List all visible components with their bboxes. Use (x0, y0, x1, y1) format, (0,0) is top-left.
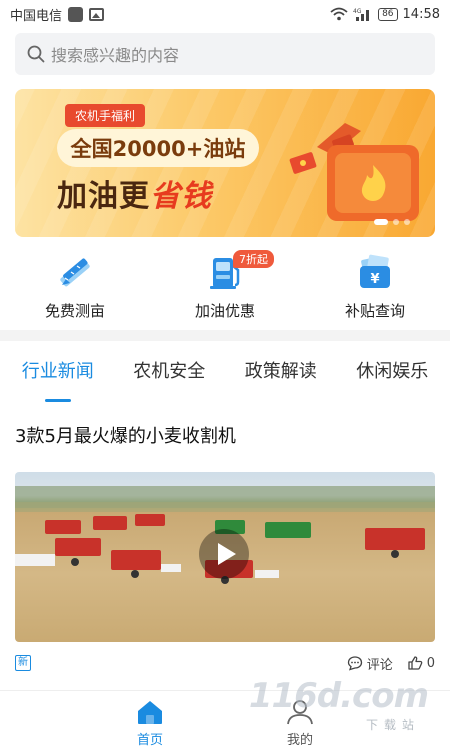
comment-button[interactable]: 评论 (347, 654, 393, 673)
like-count: 0 (426, 655, 435, 671)
carrier-label: 中国电信 (10, 8, 63, 24)
banner-pager[interactable] (374, 219, 410, 225)
discount-badge: 7折起 (233, 250, 274, 268)
clock: 14:58 (402, 6, 440, 22)
quick-entry-measure[interactable]: 免费测亩 (0, 252, 150, 324)
promo-banner[interactable]: 农机手福利 全国20000+油站 加油更省钱 (15, 89, 435, 237)
video-thumbnail[interactable] (15, 472, 435, 642)
ruler-pencil-icon (60, 258, 90, 287)
banner-headline: 加油更省钱 (57, 171, 212, 215)
wifi-icon (330, 7, 348, 21)
banner-tag: 农机手福利 (65, 104, 146, 127)
pager-dot[interactable] (404, 219, 410, 225)
tab-machinery-safety[interactable]: 农机安全 (133, 352, 205, 396)
tab-leisure[interactable]: 休闲娱乐 (356, 352, 428, 396)
svg-text:4G: 4G (353, 8, 362, 15)
comment-label: 评论 (366, 657, 393, 673)
yuan-wallet-icon: ¥ (360, 254, 390, 288)
status-bar: 中国电信 4G 86 14:58 (0, 0, 450, 28)
tab-label: 政策解读 (244, 361, 317, 382)
search-bar[interactable]: 搜索感兴趣的内容 (15, 33, 435, 75)
tab-industry-news[interactable]: 行业新闻 (21, 352, 94, 402)
pager-dot[interactable] (374, 219, 388, 225)
tab-label: 行业新闻 (21, 361, 94, 382)
new-badge: 新 (15, 655, 31, 671)
banner-headline-prefix: 加油更 (57, 179, 150, 214)
active-tab-indicator (44, 399, 71, 402)
search-icon (27, 45, 45, 63)
article-meta: 新 评论 0 (15, 652, 435, 674)
section-divider (0, 330, 450, 341)
quick-entry-label: 加油优惠 (194, 302, 255, 320)
nav-home[interactable]: 首页 (75, 691, 225, 750)
play-button[interactable] (199, 529, 249, 579)
banner-headline-highlight: 省钱 (150, 179, 212, 214)
quick-entry-fuel[interactable]: 7折起 加油优惠 (150, 250, 300, 324)
home-icon (138, 701, 162, 724)
fuel-can-illustration (289, 123, 419, 221)
search-placeholder: 搜索感兴趣的内容 (51, 46, 180, 65)
watermark-subtext: 下载站 (365, 718, 420, 732)
quick-entry-label: 免费测亩 (44, 302, 105, 320)
like-button[interactable]: 0 (407, 655, 435, 671)
pager-dot[interactable] (393, 219, 399, 225)
battery-indicator: 86 (378, 7, 398, 21)
tab-label: 农机安全 (133, 361, 206, 382)
thumbs-up-icon (408, 656, 423, 670)
watermark-logo: 116d.com (248, 676, 429, 716)
image-notification-icon (89, 7, 105, 21)
svg-text:¥: ¥ (370, 272, 379, 287)
notification-app-icon (68, 6, 84, 22)
signal-icon: 4G (353, 8, 370, 21)
quick-entry-subsidy[interactable]: ¥ 补贴查询 (300, 252, 450, 324)
news-tabs: 行业新闻 农机安全 政策解读 休闲娱乐 (0, 352, 450, 402)
tab-label: 休闲娱乐 (356, 361, 429, 382)
quick-entries: 免费测亩 7折起 加油优惠 ¥ 补贴查询 (0, 250, 450, 324)
nav-label: 我的 (286, 733, 313, 748)
quick-entry-label: 补贴查询 (344, 302, 405, 320)
article-title[interactable]: 3款5月最火爆的小麦收割机 (15, 422, 236, 448)
tab-policy[interactable]: 政策解读 (245, 352, 317, 396)
comment-icon (347, 656, 362, 671)
nav-label: 首页 (136, 733, 163, 748)
banner-pill: 全国20000+油站 (57, 129, 259, 167)
